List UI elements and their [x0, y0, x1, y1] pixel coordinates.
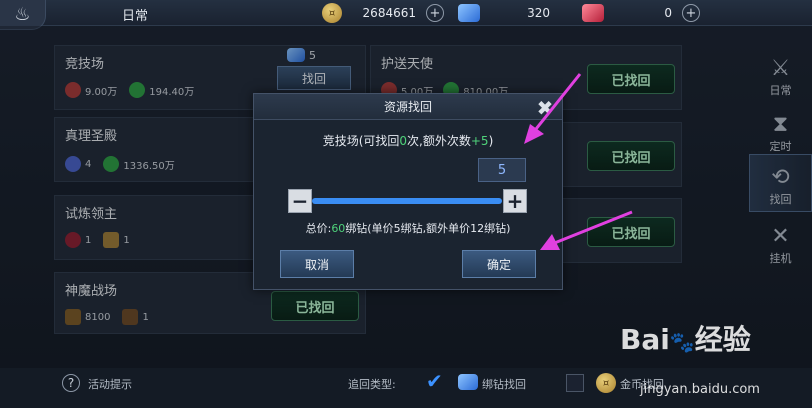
- watermark-url: jingyan.baidu.com: [640, 382, 760, 397]
- game-window: ♨ 日常 ¤ 2684661 + 320 0 + 竞技场 9.00万 194.4…: [0, 0, 812, 408]
- watermark-brand: Bai: [620, 323, 670, 356]
- watermark-brand2: 经验: [694, 323, 751, 356]
- watermark-logo: Bai🐾经验: [620, 323, 751, 356]
- annotation-arrow: [524, 73, 582, 144]
- annotation-arrow: [540, 210, 633, 250]
